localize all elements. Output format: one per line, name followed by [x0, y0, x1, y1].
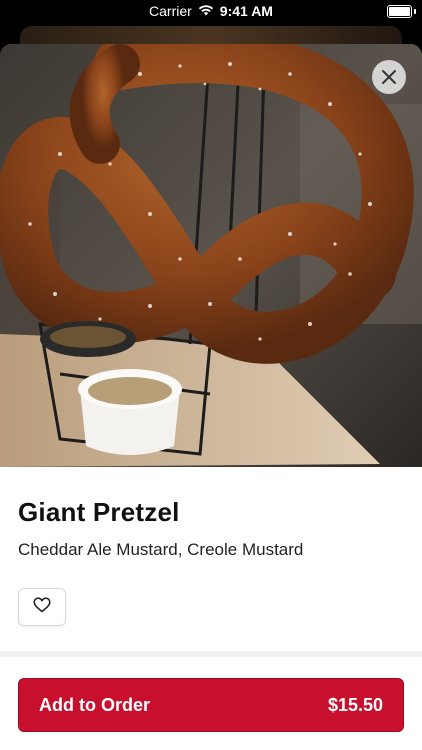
status-center: Carrier 9:41 AM — [0, 3, 422, 19]
heart-icon — [33, 596, 51, 618]
battery-tip — [414, 9, 416, 14]
close-button[interactable] — [372, 60, 406, 94]
item-info: Giant Pretzel Cheddar Ale Mustard, Creol… — [0, 497, 422, 626]
item-detail-sheet: Giant Pretzel Cheddar Ale Mustard, Creol… — [0, 44, 422, 750]
status-bar: Carrier 9:41 AM — [0, 0, 422, 24]
battery-fill — [389, 7, 410, 16]
add-to-order-label: Add to Order — [39, 694, 150, 715]
clock: 9:41 AM — [219, 3, 273, 19]
order-price: $15.50 — [327, 694, 383, 715]
close-icon — [381, 69, 397, 85]
favorite-button[interactable] — [18, 588, 66, 626]
battery-icon — [387, 5, 412, 18]
wifi-icon — [198, 3, 214, 19]
pretzel-photo — [0, 44, 422, 467]
section-divider — [0, 651, 422, 657]
item-title: Giant Pretzel — [18, 497, 180, 527]
add-to-order-button[interactable]: Add to Order $15.50 — [18, 678, 404, 732]
item-description: Cheddar Ale Mustard, Creole Mustard — [18, 540, 304, 559]
carrier-label: Carrier — [149, 3, 192, 19]
